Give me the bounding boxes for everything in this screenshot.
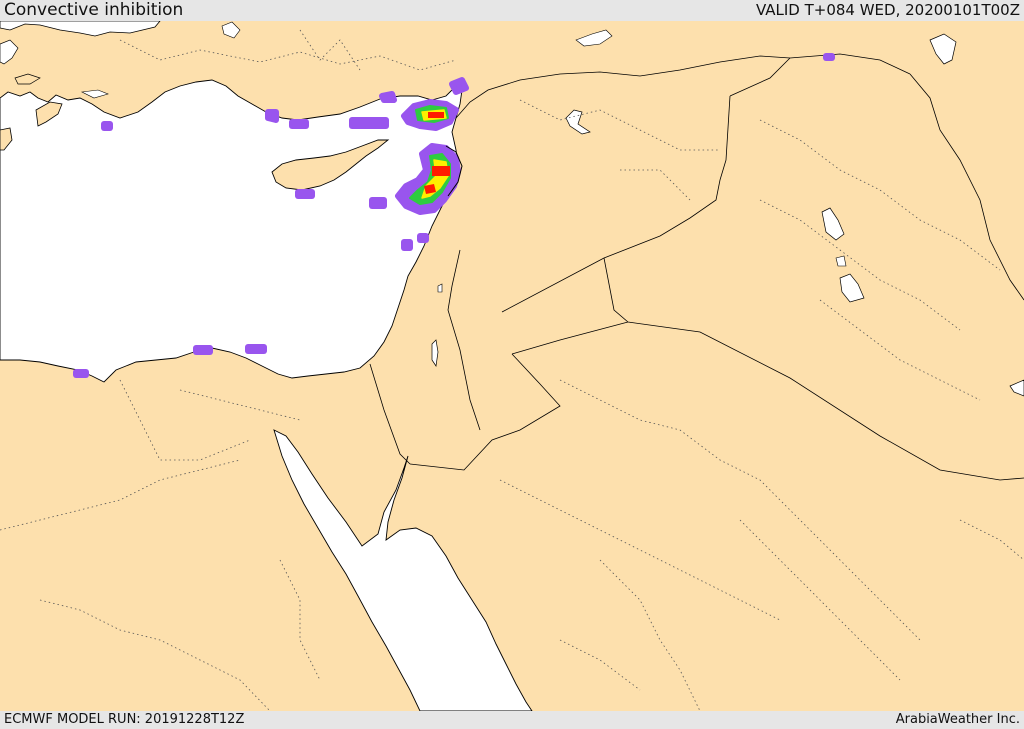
footer-bar: ECMWF MODEL RUN: 20191228T12Z ArabiaWeat…	[0, 711, 1024, 729]
credit-label: ArabiaWeather Inc.	[895, 712, 1020, 727]
valid-time: VALID T+084 WED, 20200101T00Z	[755, 1, 1020, 19]
forecast-map	[0, 21, 1024, 711]
map-title: Convective inhibition	[4, 0, 184, 20]
header-bar: Convective inhibition VALID T+084 WED, 2…	[0, 0, 1024, 21]
model-run-label: ECMWF MODEL RUN: 20191228T12Z	[4, 712, 245, 727]
